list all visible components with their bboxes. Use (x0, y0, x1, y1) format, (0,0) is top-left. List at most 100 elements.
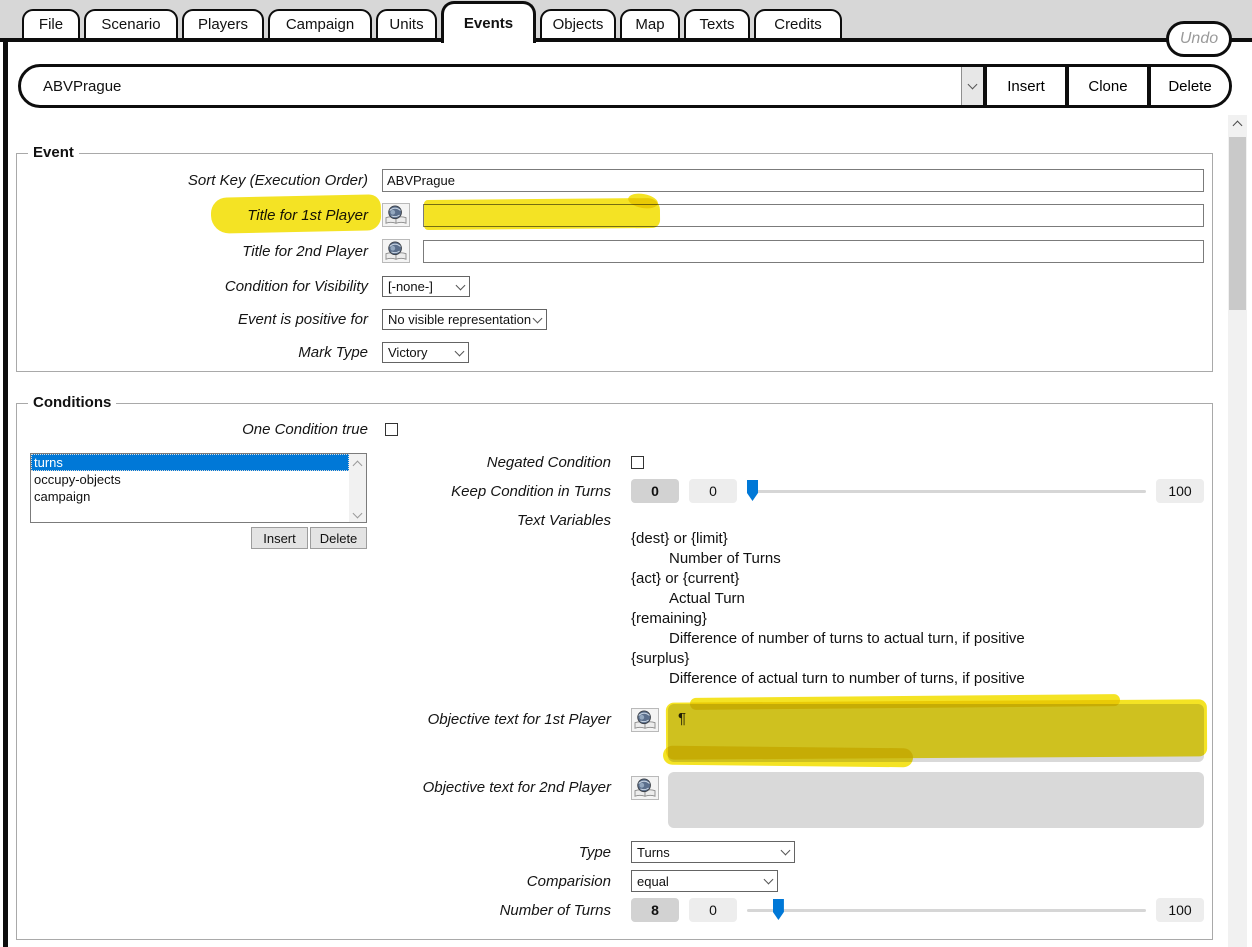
conditions-group-legend: Conditions (28, 394, 117, 411)
objective-1st-textarea[interactable]: ¶ (668, 704, 1204, 762)
chevron-up-icon (1232, 120, 1243, 131)
one-condition-row: One Condition true (17, 421, 1204, 438)
text-variables-list: {dest} or {limit} Number of Turns {act} … (631, 529, 1025, 689)
localization-icon[interactable] (382, 239, 410, 263)
type-select[interactable]: Turns (631, 841, 795, 863)
slider-thumb[interactable] (747, 480, 758, 501)
globe-book-icon (634, 710, 656, 729)
event-selector-row: ABVPrague Insert Clone Delete (18, 64, 1232, 108)
keep-condition-slider[interactable] (747, 479, 1146, 503)
objective-2nd-label: Objective text for 2nd Player (422, 779, 611, 796)
keep-condition-value: 0 (631, 479, 679, 503)
type-label: Type (578, 843, 611, 861)
objective-1st-row: Objective text for 1st Player ¶ (17, 704, 1204, 762)
positive-for-row: Event is positive for No visible represe… (17, 309, 1204, 330)
text-variables-label: Text Variables (517, 512, 611, 529)
tab-credits[interactable]: Credits (754, 9, 842, 38)
number-of-turns-max: 100 (1156, 898, 1204, 922)
tab-bar: File Scenario Players Campaign Units Eve… (0, 0, 1252, 43)
localization-icon[interactable] (631, 708, 659, 732)
tab-units[interactable]: Units (376, 9, 437, 38)
clone-event-button[interactable]: Clone (1069, 67, 1147, 105)
delete-condition-button[interactable]: Delete (310, 527, 367, 549)
event-selector[interactable]: ABVPrague (21, 67, 961, 105)
one-condition-label: One Condition true (242, 421, 368, 438)
globe-book-icon (634, 778, 656, 797)
mark-type-row: Mark Type Victory (17, 342, 1204, 363)
visibility-label: Condition for Visibility (224, 278, 368, 295)
number-of-turns-slider[interactable] (747, 898, 1146, 922)
main-scrollbar[interactable] (1228, 115, 1247, 947)
tab-objects[interactable]: Objects (540, 9, 616, 38)
title-1st-label: Title for 1st Player (247, 206, 368, 224)
chevron-down-icon (532, 313, 543, 323)
keep-condition-label: Keep Condition in Turns (451, 482, 611, 500)
conditions-group: Conditions One Condition true turns occu… (16, 394, 1213, 940)
tab-scenario[interactable]: Scenario (84, 9, 178, 38)
variable-desc: Difference of actual turn to number of t… (669, 670, 1025, 687)
title-1st-input[interactable] (423, 203, 1204, 227)
insert-event-button[interactable]: Insert (987, 67, 1065, 105)
visibility-select[interactable]: [-none-] (382, 276, 470, 297)
variable-token: {act} or {current} (631, 570, 740, 587)
comparision-select-value: equal (637, 873, 669, 889)
undo-button[interactable]: Undo (1166, 21, 1232, 57)
slider-track (747, 490, 1146, 493)
tab-campaign[interactable]: Campaign (268, 9, 372, 38)
variable-desc: Difference of number of turns to actual … (669, 630, 1025, 647)
scenario-editor-window: File Scenario Players Campaign Units Eve… (0, 0, 1252, 947)
positive-for-select[interactable]: No visible representation (382, 309, 547, 330)
comparision-select[interactable]: equal (631, 870, 778, 892)
pilcrow-char: ¶ (678, 710, 687, 727)
scrollbar-thumb[interactable] (1229, 137, 1246, 310)
mark-type-label: Mark Type (298, 344, 368, 361)
localization-icon[interactable] (631, 776, 659, 800)
event-selector-dropdown-button[interactable] (961, 67, 983, 105)
negated-condition-checkbox[interactable] (631, 456, 644, 469)
comparision-label: Comparision (526, 872, 611, 890)
variable-desc: Number of Turns (669, 550, 781, 567)
text-variables-row: Text Variables (17, 512, 1204, 529)
type-row: Type Turns (17, 841, 1204, 863)
keep-condition-row: Keep Condition in Turns 0 0 100 (17, 479, 1204, 503)
comparision-row: Comparision equal (17, 870, 1204, 892)
number-of-turns-alt-value: 0 (689, 898, 737, 922)
keep-condition-max: 100 (1156, 479, 1204, 503)
chevron-down-icon (763, 874, 774, 885)
one-condition-checkbox[interactable] (385, 423, 398, 436)
variable-token: {remaining} (631, 610, 707, 627)
title-1st-row: Title for 1st Player (17, 203, 1204, 227)
variable-desc: Actual Turn (669, 590, 745, 607)
number-of-turns-value: 8 (631, 898, 679, 922)
objective-2nd-row: Objective text for 2nd Player (17, 772, 1204, 828)
chevron-down-icon (454, 346, 465, 356)
globe-book-icon (385, 205, 407, 224)
objective-2nd-textarea[interactable] (668, 772, 1204, 828)
condition-buttons-row: Insert Delete (30, 527, 367, 549)
localization-icon[interactable] (382, 203, 410, 227)
globe-book-icon (385, 241, 407, 260)
tab-players[interactable]: Players (182, 9, 264, 38)
tab-events[interactable]: Events (441, 1, 536, 43)
scroll-up-button[interactable] (1228, 115, 1247, 133)
type-select-value: Turns (637, 844, 670, 860)
insert-condition-button[interactable]: Insert (251, 527, 308, 549)
number-of-turns-row: Number of Turns 8 0 100 (17, 898, 1204, 922)
slider-thumb[interactable] (772, 899, 784, 920)
tab-texts[interactable]: Texts (684, 9, 750, 38)
content-left-border (3, 38, 8, 947)
chevron-down-icon (780, 845, 791, 856)
positive-for-select-value: No visible representation (388, 312, 532, 327)
mark-type-select-value: Victory (388, 345, 428, 360)
delete-event-button[interactable]: Delete (1151, 67, 1229, 105)
mark-type-select[interactable]: Victory (382, 342, 469, 363)
tab-file[interactable]: File (22, 9, 80, 38)
content-top-border (0, 38, 1252, 42)
visibility-row: Condition for Visibility [-none-] (17, 276, 1204, 297)
tab-map[interactable]: Map (620, 9, 680, 38)
sort-key-input[interactable] (382, 169, 1204, 192)
event-group-legend: Event (28, 144, 79, 161)
title-2nd-input[interactable] (423, 239, 1204, 263)
variable-token: {dest} or {limit} (631, 530, 728, 547)
negated-condition-row: Negated Condition (17, 454, 1204, 471)
